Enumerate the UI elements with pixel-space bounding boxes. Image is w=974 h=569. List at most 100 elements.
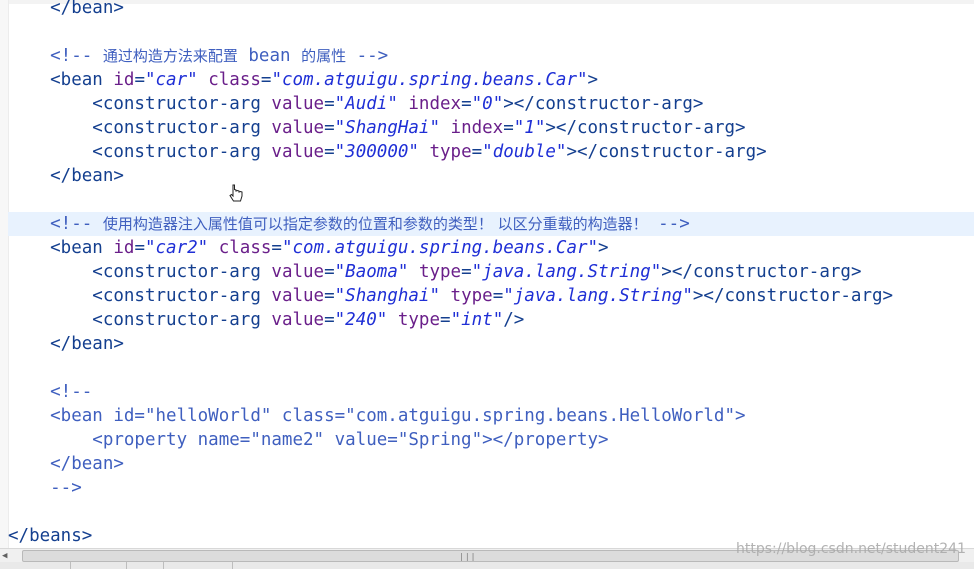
code-token: </bean> [8, 454, 124, 474]
code-token: = [492, 286, 504, 306]
code-token: "Baoma" [334, 262, 409, 282]
triangle-left-icon[interactable]: ◀ [2, 551, 12, 561]
code-token: </beans> [8, 526, 93, 546]
code-token: 通过构造方法来配置 [102, 47, 238, 65]
code-line[interactable]: <constructor-arg value="300000" type="do… [8, 140, 974, 164]
code-token: ></constructor-arg> [661, 262, 862, 282]
code-token: value [271, 262, 325, 282]
code-token: ></constructor-arg> [692, 286, 894, 306]
code-token: class [197, 70, 261, 90]
code-token: <bean [8, 238, 114, 258]
code-token: = [324, 310, 335, 330]
code-token: > [598, 238, 609, 258]
code-token: type [418, 142, 472, 162]
code-line[interactable]: </bean> [8, 0, 974, 20]
code-token: <!-- [8, 214, 103, 234]
code-token: "car" [144, 70, 198, 90]
code-token: = [134, 238, 145, 258]
code-line-current[interactable]: <!-- 使用构造器注入属性值可以指定参数的位置和参数的类型！ 以区分重载的构造… [8, 212, 974, 236]
code-token: "Shanghai" [334, 286, 440, 306]
code-token: </bean> [8, 0, 124, 18]
code-token: ></constructor-arg> [566, 142, 767, 162]
code-token: <bean id="helloWorld" class="com.atguigu… [8, 406, 746, 426]
code-token: --> [647, 214, 690, 234]
code-token: "com.atguigu.spring.beans.Car" [281, 238, 599, 258]
code-token: = [461, 94, 472, 114]
code-line[interactable]: <!-- [8, 380, 974, 404]
code-line[interactable]: </bean> [8, 164, 974, 188]
xml-code-editor[interactable]: </bean> <!-- 通过构造方法来配置 bean 的属性 --> <bea… [8, 0, 974, 548]
watermark: https://blog.csdn.net/student241 [736, 541, 966, 557]
code-token: "300000" [334, 142, 419, 162]
code-line[interactable]: <bean id="helloWorld" class="com.atguigu… [8, 404, 974, 428]
code-token: > [587, 70, 599, 90]
code-line[interactable]: <constructor-arg value="Audi" index="0">… [8, 92, 974, 116]
code-line[interactable]: <constructor-arg value="240" type="int"/… [8, 308, 974, 332]
code-token: index [440, 118, 504, 138]
code-line[interactable]: <constructor-arg value="ShangHai" index=… [8, 116, 974, 140]
code-line[interactable]: <constructor-arg value="Shanghai" type="… [8, 284, 974, 308]
code-token: bean [237, 46, 302, 66]
code-line[interactable]: <!-- 通过构造方法来配置 bean 的属性 --> [8, 44, 974, 68]
code-token: "car2" [144, 238, 209, 258]
code-token: index [397, 94, 462, 114]
code-line[interactable]: <bean id="car2" class="com.atguigu.sprin… [8, 236, 974, 260]
code-token: <constructor-arg [8, 142, 272, 162]
code-line[interactable]: <constructor-arg value="Baoma" type="jav… [8, 260, 974, 284]
code-line[interactable] [8, 188, 974, 212]
code-token: </bean> [8, 334, 124, 354]
code-token: 的属性 [301, 47, 347, 65]
code-token: <constructor-arg [8, 262, 272, 282]
code-token: type [387, 310, 441, 330]
code-line[interactable]: </bean> [8, 452, 974, 476]
code-line[interactable]: --> [8, 476, 974, 500]
code-line[interactable]: </bean> [8, 332, 974, 356]
code-token: <constructor-arg [8, 286, 272, 306]
code-token: = [461, 262, 472, 282]
code-token: "java.lang.String" [471, 262, 662, 282]
code-token: <property name="name2" value="Spring"></… [8, 430, 609, 450]
code-token: value [271, 142, 325, 162]
code-token: id [113, 70, 135, 90]
code-token: = [134, 70, 145, 90]
code-token: = [440, 310, 451, 330]
code-token: "Audi" [334, 94, 398, 114]
code-token: = [324, 118, 335, 138]
code-line[interactable]: <property name="name2" value="Spring"></… [8, 428, 974, 452]
code-token: <bean [8, 70, 114, 90]
code-token: = [271, 238, 282, 258]
code-token: <constructor-arg [8, 310, 272, 330]
code-token: "java.lang.String" [503, 286, 693, 306]
code-token: id [113, 238, 135, 258]
code-token: = [324, 286, 335, 306]
code-token: "240" [334, 310, 388, 330]
code-token: <constructor-arg [8, 118, 272, 138]
status-separator [163, 562, 164, 569]
code-line[interactable]: <bean id="car" class="com.atguigu.spring… [8, 68, 974, 92]
code-line[interactable] [8, 500, 974, 524]
code-token: </bean> [8, 166, 124, 186]
code-token: value [271, 310, 325, 330]
code-token: 使用构造器注入属性值可以指定参数的位置和参数的类型！ 以区分重载的构造器！ [102, 215, 648, 233]
code-token: value [271, 94, 325, 114]
code-token: <!-- [8, 46, 103, 66]
code-token: "double" [482, 142, 567, 162]
code-token: <constructor-arg [8, 94, 272, 114]
status-separator [70, 562, 71, 569]
code-token: = [503, 118, 514, 138]
status-bar [0, 562, 974, 569]
grip-icon: ||| [459, 552, 477, 561]
code-token: "ShangHai" [334, 118, 440, 138]
code-token: "int" [450, 310, 504, 330]
code-token: "0" [471, 94, 504, 114]
code-line[interactable] [8, 356, 974, 380]
status-separator [126, 562, 127, 569]
code-token: = [324, 262, 335, 282]
code-line[interactable] [8, 20, 974, 44]
code-token: --> [8, 478, 82, 498]
code-token: /> [503, 310, 525, 330]
code-token: ></constructor-arg> [545, 118, 746, 138]
hand-pointer-icon [229, 184, 243, 202]
code-token: class [208, 238, 272, 258]
code-token: = [260, 70, 272, 90]
